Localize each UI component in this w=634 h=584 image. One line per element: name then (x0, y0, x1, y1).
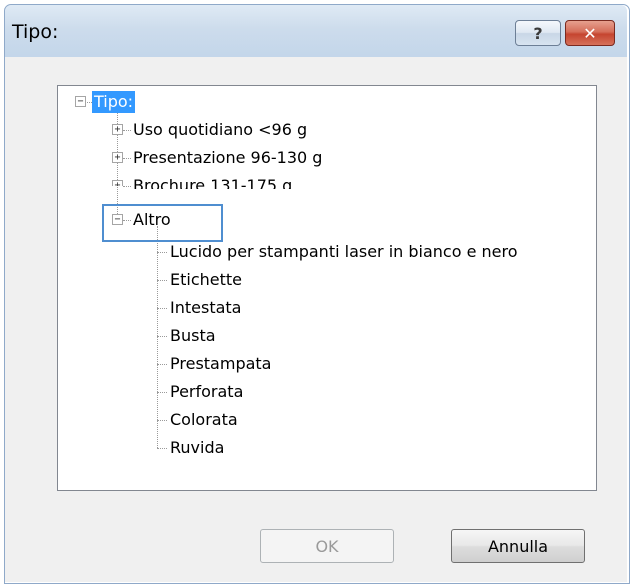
tree-item-intestata[interactable]: Intestata (170, 297, 241, 319)
paper-type-tree[interactable]: − Tipo: + Uso quotidiano <96 g + Present… (57, 85, 597, 491)
dialog-window: Tipo: ? ✕ − Tipo: + Uso quotidiano <96 g… (0, 0, 634, 584)
tree-item-presentazione[interactable]: Presentazione 96-130 g (133, 147, 322, 169)
highlight-callout (102, 204, 223, 242)
tree-connector (157, 420, 167, 421)
tree-item-etichette[interactable]: Etichette (170, 269, 242, 291)
tree-connector (157, 364, 167, 365)
title-bar: Tipo: ? ✕ (5, 5, 627, 57)
close-button[interactable]: ✕ (565, 20, 615, 46)
tree-connector (157, 336, 167, 337)
collapse-icon[interactable]: − (75, 96, 86, 107)
window-title: Tipo: (12, 21, 59, 43)
ok-button[interactable]: OK (260, 529, 394, 563)
tree-connector (123, 158, 131, 159)
expand-icon[interactable]: + (112, 152, 123, 163)
tree-item-lucido[interactable]: Lucido per stampanti laser in bianco e n… (170, 241, 518, 263)
tree-connector (157, 308, 167, 309)
close-icon: ✕ (583, 23, 597, 43)
cancel-button[interactable]: Annulla (451, 529, 585, 563)
tree-connector (123, 186, 131, 187)
tree-connector (157, 392, 167, 393)
expand-icon[interactable]: + (112, 124, 123, 135)
tree-item-prestampata[interactable]: Prestampata (170, 353, 271, 375)
tree-item-perforata[interactable]: Perforata (170, 381, 243, 403)
tree-item-ruvida[interactable]: Ruvida (170, 437, 224, 459)
tree-item-uso-quotidiano[interactable]: Uso quotidiano <96 g (133, 119, 307, 141)
tree-connector (157, 252, 167, 253)
help-icon: ? (533, 23, 543, 43)
tree-connector (157, 280, 167, 281)
tree-connector (157, 448, 167, 449)
tree-connector (157, 226, 158, 448)
help-button[interactable]: ? (515, 20, 561, 46)
tree-root-tipo[interactable]: Tipo: (92, 91, 136, 113)
tree-item-colorata[interactable]: Colorata (170, 409, 238, 431)
dialog-client-area: − Tipo: + Uso quotidiano <96 g + Present… (5, 57, 627, 582)
tree-item-brochure[interactable]: Brochure 131-175 g (133, 175, 292, 189)
tree-connector (123, 130, 131, 131)
tree-item-busta[interactable]: Busta (170, 325, 216, 347)
